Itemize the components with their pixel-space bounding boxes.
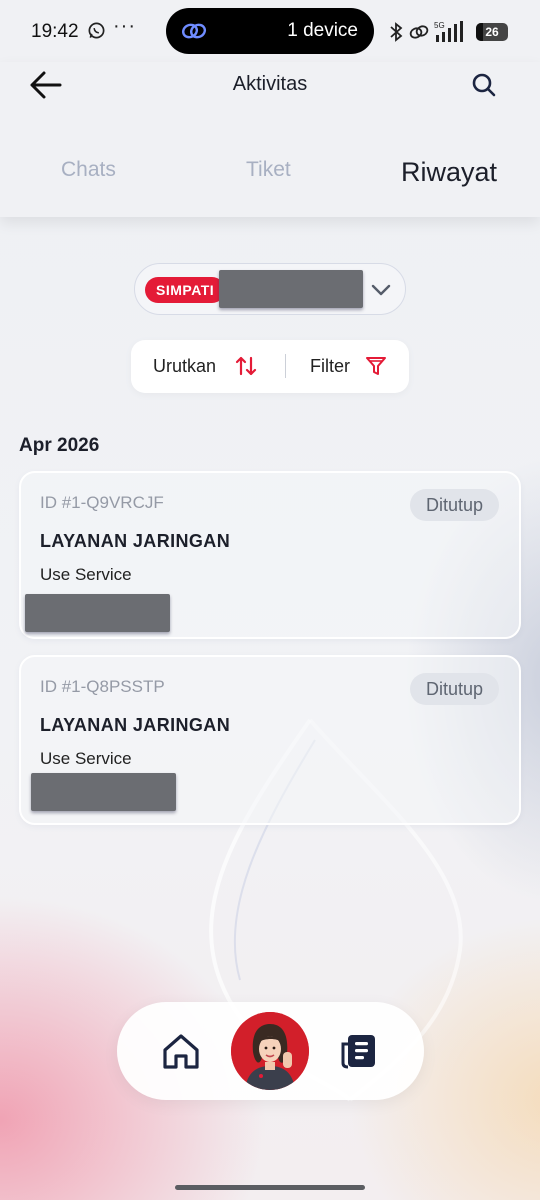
status-badge: Ditutup: [409, 489, 499, 521]
dynamic-island[interactable]: 1 device: [166, 8, 374, 54]
ticket-card[interactable]: ID #1-Q9VRCJF Ditutup LAYANAN JARINGAN U…: [19, 471, 521, 639]
tab-chats[interactable]: Chats: [61, 158, 116, 182]
status-time: 19:42: [31, 21, 79, 42]
newspaper-icon[interactable]: [339, 1032, 377, 1070]
redacted-phone-number: [219, 270, 363, 308]
bluetooth-icon: [390, 22, 403, 42]
ticket-id: ID #1-Q8PSSTP: [40, 677, 165, 696]
tab-bar: Chats Tiket Riwayat: [0, 148, 540, 198]
home-icon[interactable]: [161, 1032, 201, 1070]
ticket-title: LAYANAN JARINGAN: [40, 531, 231, 551]
month-heading: Apr 2026: [19, 435, 100, 456]
search-icon[interactable]: [471, 72, 497, 98]
whatsapp-icon: [88, 22, 105, 39]
ticket-id: ID #1-Q9VRCJF: [40, 493, 164, 512]
operator-badge: SIMPATI: [145, 277, 226, 303]
avatar-illustration: [231, 1012, 309, 1090]
device-count: 1 device: [287, 20, 358, 41]
redacted-text: [31, 773, 176, 811]
assistant-avatar[interactable]: [231, 1012, 309, 1090]
sort-icon[interactable]: [235, 355, 257, 377]
link-status-icon: [409, 25, 429, 39]
filter-icon[interactable]: [365, 355, 387, 377]
redacted-text: [25, 594, 170, 632]
more-notifications-icon: ···: [113, 15, 136, 37]
bottom-nav: [117, 1002, 424, 1100]
sort-filter-bar: Urutkan Filter: [131, 340, 409, 393]
tab-tiket[interactable]: Tiket: [246, 158, 291, 182]
active-tab-indicator: [437, 140, 465, 152]
home-indicator[interactable]: [175, 1185, 365, 1190]
sort-button[interactable]: Urutkan: [153, 356, 216, 377]
status-bar: 19:42 ··· 1 device 5G 26: [0, 0, 540, 62]
ticket-title: LAYANAN JARINGAN: [40, 715, 231, 735]
tab-riwayat[interactable]: Riwayat: [401, 157, 497, 188]
ticket-subtitle: Use Service: [40, 565, 132, 584]
account-selector[interactable]: SIMPATI: [134, 263, 406, 315]
network-type: 5G: [434, 21, 445, 30]
page-title: Aktivitas: [232, 73, 308, 95]
divider: [285, 354, 286, 378]
signal-icon: 5G: [434, 21, 463, 42]
ticket-subtitle: Use Service: [40, 749, 132, 768]
status-icons: 5G 26: [388, 20, 508, 44]
ticket-card[interactable]: ID #1-Q8PSSTP Ditutup LAYANAN JARINGAN U…: [19, 655, 521, 825]
chevron-down-icon[interactable]: [371, 280, 391, 300]
battery-icon: 26: [476, 23, 508, 41]
filter-button[interactable]: Filter: [310, 356, 350, 377]
status-badge: Ditutup: [409, 673, 499, 705]
battery-level: 26: [485, 25, 499, 39]
link-icon: [181, 23, 207, 39]
